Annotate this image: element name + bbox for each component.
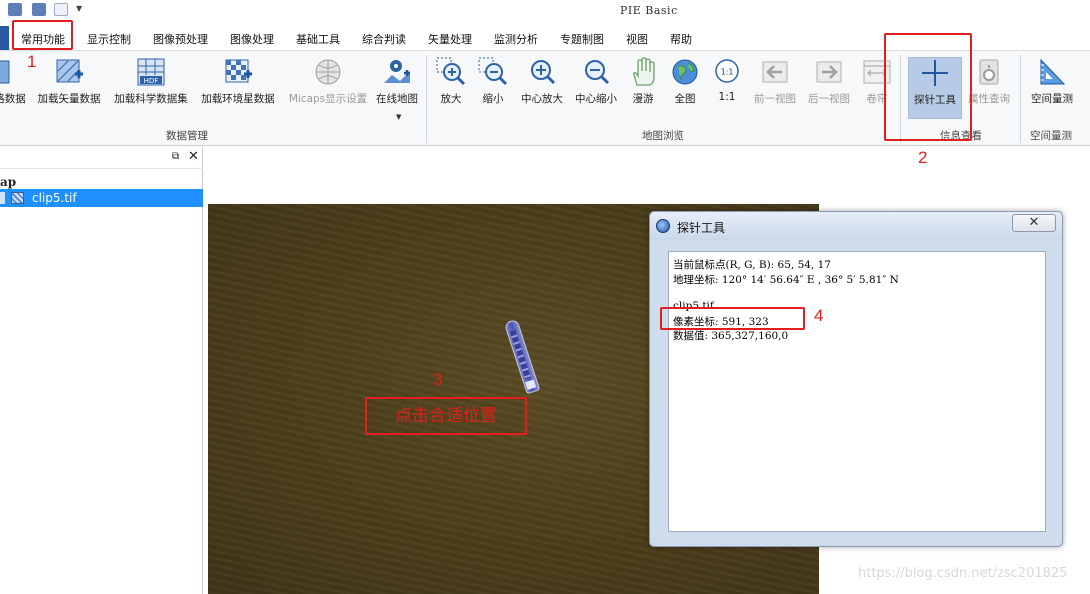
- layer-item[interactable]: clip5.tif: [0, 189, 203, 207]
- menu-basic-tools[interactable]: 基础工具: [296, 31, 340, 47]
- zoom-in-icon: [436, 57, 466, 86]
- rgb-line: 当前鼠标点(R, G, B): 65, 54, 17: [673, 259, 831, 271]
- dialog-title-bar[interactable]: 探针工具 ✕: [650, 212, 1062, 240]
- menu-mapping[interactable]: 专题制图: [560, 31, 604, 47]
- menu-view[interactable]: 视图: [626, 31, 648, 47]
- next-view-button[interactable]: 后一视图: [804, 57, 854, 119]
- close-icon[interactable]: ✕: [188, 150, 199, 163]
- one-to-one-button[interactable]: 1:1 1:1: [710, 57, 744, 119]
- menu-help[interactable]: 帮助: [670, 31, 692, 47]
- raster-layer-icon: [11, 192, 24, 204]
- previous-view-button[interactable]: 前一视图: [750, 57, 800, 119]
- probe-info-text: 当前鼠标点(R, G, B): 65, 54, 17 地理坐标: 120° 14…: [668, 251, 1046, 532]
- ratio-icon-text: 1:1: [721, 68, 734, 77]
- annotation-number-2: 2: [918, 148, 928, 167]
- export-icon[interactable]: [54, 3, 68, 16]
- menu-image-process[interactable]: 图像处理: [230, 31, 274, 47]
- zoom-out-button[interactable]: 缩小: [476, 57, 510, 119]
- arrow-right-icon: [816, 61, 842, 83]
- load-raster-button[interactable]: 格数据: [0, 57, 28, 119]
- group-label-browse: 地图浏览: [642, 130, 684, 142]
- map-pin-icon: [384, 60, 410, 83]
- dialog-title: 探针工具: [677, 221, 726, 235]
- group-divider: [426, 55, 427, 143]
- annotation-click-hint: 点击合适位置: [365, 397, 527, 435]
- center-zoom-out-icon: [585, 60, 610, 85]
- menu-monitor[interactable]: 监测分析: [494, 31, 538, 47]
- annotation-number-3: 3: [433, 370, 443, 389]
- annotation-number-1: 1: [27, 52, 37, 71]
- spatial-measure-button[interactable]: 空间量测: [1026, 57, 1078, 119]
- center-zoom-in-button[interactable]: 中心放大: [518, 57, 566, 119]
- online-map-dropdown-icon[interactable]: ▼: [396, 113, 401, 121]
- menu-vector[interactable]: 矢量处理: [428, 31, 472, 47]
- pie-basic-window: ▼ PIE Basic 常用功能 显示控制 图像预处理 图像处理 基础工具 综合…: [0, 0, 1090, 594]
- float-window-icon[interactable]: ⧉: [172, 152, 182, 162]
- arrow-left-icon: [762, 61, 788, 83]
- layer-panel: ⧉ ✕ ap clip5.tif: [0, 147, 203, 594]
- group-label-measure: 空间量测: [1030, 130, 1072, 142]
- geo-coord-line: 地理坐标: 120° 14′ 56.64″ E , 36° 5′ 5.81″ N: [673, 274, 899, 286]
- hdf-badge: HDF: [144, 77, 159, 85]
- app-title: PIE Basic: [620, 4, 678, 17]
- globe-icon: [672, 59, 698, 85]
- open-icon[interactable]: [32, 3, 46, 16]
- layer-panel-header: ⧉ ✕: [0, 147, 203, 169]
- layer-checkbox[interactable]: [0, 192, 5, 204]
- menu-display[interactable]: 显示控制: [87, 31, 131, 47]
- group-label-data: 数据管理: [166, 130, 208, 142]
- data-value-line: 数据值: 365,327,160,0: [673, 330, 789, 342]
- menu-interpretation[interactable]: 综合判读: [362, 31, 406, 47]
- zoom-in-button[interactable]: 放大: [434, 57, 468, 119]
- menu-preprocess[interactable]: 图像预处理: [153, 31, 208, 47]
- load-science-dataset-button[interactable]: HDF 加载科学数据集: [112, 57, 190, 119]
- zoom-out-icon: [478, 57, 508, 86]
- watermark: https://blog.csdn.net/zsc201825: [858, 566, 1068, 581]
- center-zoom-out-button[interactable]: 中心缩小: [572, 57, 620, 119]
- annotation-box-probe: [884, 33, 972, 141]
- vector-data-icon: [56, 59, 83, 83]
- layer-name: clip5.tif: [32, 191, 77, 205]
- app-menu-button[interactable]: [0, 26, 9, 50]
- online-map-button[interactable]: 在线地图: [374, 57, 420, 119]
- hand-icon: [633, 57, 655, 86]
- pan-button[interactable]: 漫游: [626, 57, 660, 119]
- micaps-settings-button[interactable]: Micaps显示设置: [285, 57, 371, 119]
- probe-tool-dialog: 探针工具 ✕ 当前鼠标点(R, G, B): 65, 54, 17 地理坐标: …: [649, 211, 1063, 547]
- center-zoom-in-icon: [531, 60, 556, 85]
- load-vector-button[interactable]: 加载矢量数据: [35, 57, 103, 119]
- quick-access-dropdown-icon[interactable]: ▼: [76, 4, 82, 13]
- globe-icon: [315, 59, 341, 85]
- annotation-box-pixel: [660, 307, 805, 330]
- layer-root-label: ap: [0, 175, 17, 189]
- app-logo-icon: [656, 219, 670, 233]
- hdf-dataset-icon: HDF: [137, 58, 165, 86]
- ruler-triangle-icon: [1040, 58, 1066, 85]
- save-icon[interactable]: [8, 3, 22, 16]
- ratio-icon: 1:1: [715, 59, 739, 83]
- dialog-close-button[interactable]: ✕: [1012, 214, 1056, 232]
- group-divider: [1020, 55, 1021, 143]
- load-env-satellite-button[interactable]: 加载环境星数据: [199, 57, 277, 119]
- title-bar: ▼ PIE Basic: [0, 0, 1090, 22]
- query-icon: [979, 59, 999, 85]
- raster-data-icon: [0, 60, 10, 84]
- annotation-number-4: 4: [814, 306, 824, 325]
- checker-grid-icon: [225, 59, 252, 83]
- annotation-box-menu: [12, 20, 73, 50]
- full-extent-button[interactable]: 全图: [668, 57, 702, 119]
